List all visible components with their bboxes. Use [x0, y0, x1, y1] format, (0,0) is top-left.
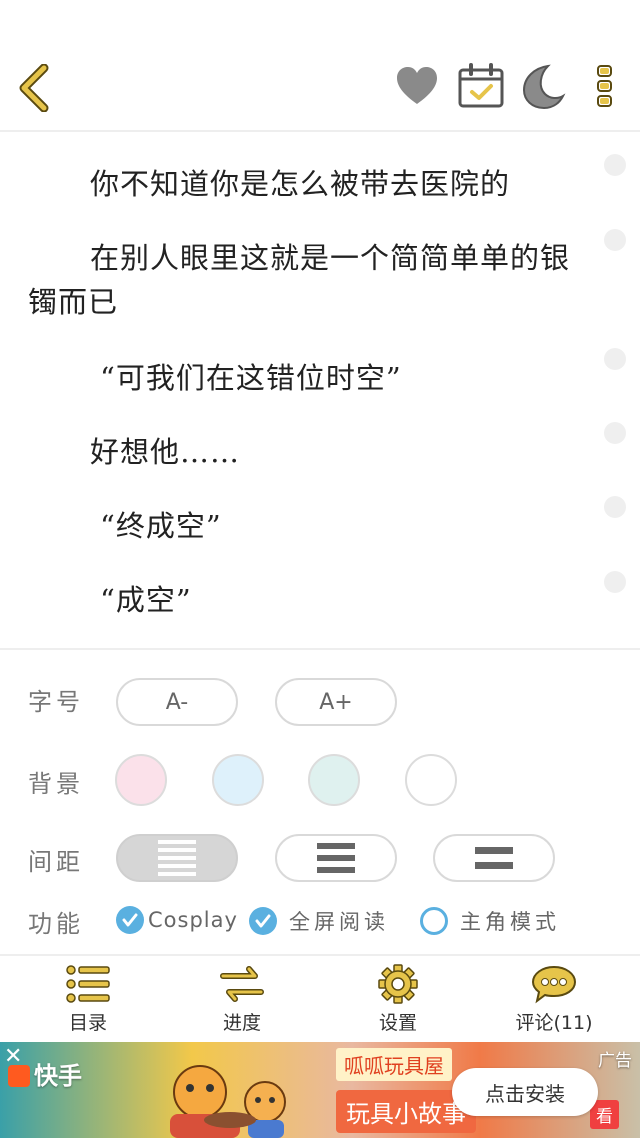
spacing-medium-icon: [317, 843, 355, 873]
ad-tag: 广告: [598, 1051, 632, 1071]
favorite-button[interactable]: [393, 62, 441, 110]
night-mode-button[interactable]: [518, 62, 566, 110]
spacing-label: 间距: [28, 848, 84, 876]
nav-catalog[interactable]: 目录: [28, 964, 148, 1040]
more-button[interactable]: [594, 62, 616, 110]
back-button[interactable]: [16, 63, 56, 113]
background-blue-swatch[interactable]: [212, 754, 264, 806]
ad-banner[interactable]: ✕ 快手 呱呱玩具屋 玩具小故事 广告 看 点击安装: [0, 1042, 640, 1138]
nav-progress[interactable]: 进度: [182, 964, 302, 1040]
paragraph-comment-dot[interactable]: [604, 229, 626, 251]
reader-app: 你不知道你是怎么被带去医院的 在别人眼里这就是一个简简单单的银镯而已 “可我们在…: [0, 0, 640, 1138]
background-pink-swatch[interactable]: [115, 754, 167, 806]
font-size-label: 字号: [28, 688, 84, 716]
ad-brand: 快手: [8, 1056, 82, 1091]
spacing-loose-button[interactable]: [433, 834, 555, 882]
font-decrease-button[interactable]: A-: [116, 678, 238, 726]
list-icon: [66, 965, 110, 1003]
background-label: 背景: [28, 770, 84, 798]
paragraph: 好想他……: [90, 435, 241, 469]
paragraph: 你不知道你是怎么被带去医院的: [90, 167, 511, 201]
spacing-compact-button[interactable]: [116, 834, 238, 882]
checkbox-unchecked-icon: [420, 907, 448, 935]
gear-icon: [378, 964, 418, 1004]
checkin-button[interactable]: [457, 62, 505, 110]
nav-comments[interactable]: 评论(11): [494, 964, 614, 1040]
brand-logo-icon: [8, 1065, 30, 1087]
moon-icon: [522, 64, 566, 110]
cartoon-tiger-image: [170, 1065, 286, 1138]
nav-progress-label: 进度: [222, 1012, 261, 1034]
reading-content: 你不知道你是怎么被带去医院的 在别人眼里这就是一个简简单单的银镯而已 “可我们在…: [0, 134, 640, 648]
nav-settings[interactable]: 设置: [338, 964, 458, 1040]
spacing-loose-icon: [475, 847, 513, 869]
calendar-check-icon: [458, 63, 504, 108]
chevron-left-icon: [19, 63, 49, 113]
ad-install-button[interactable]: 点击安装: [452, 1068, 598, 1116]
nav-settings-label: 设置: [378, 1012, 417, 1034]
nav-catalog-label: 目录: [68, 1012, 107, 1034]
paragraph: “可我们在这错位时空”: [100, 361, 402, 395]
top-bar: [0, 0, 640, 132]
bottom-nav: 目录 进度 设置 评论(11): [0, 954, 640, 1042]
swap-arrows-icon: [220, 966, 264, 1002]
heart-icon: [397, 67, 437, 104]
more-vertical-icon: [597, 65, 612, 107]
paragraph: 在别人眼里这就是一个简简单单的银镯而已: [28, 241, 571, 319]
paragraph: “成空”: [100, 583, 192, 617]
protagonist-mode-checkbox[interactable]: 主角模式: [420, 906, 560, 936]
paragraph-comment-dot[interactable]: [604, 422, 626, 444]
reading-settings-panel: 字号 A- A+ 背景 间距 功能 Cosplay 全屏阅读 主角模式: [0, 648, 640, 954]
paragraph-comment-dot[interactable]: [604, 348, 626, 370]
ad-store-name: 呱呱玩具屋: [336, 1048, 452, 1081]
nav-comments-label: 评论(11): [515, 1012, 593, 1034]
checkbox-checked-icon: [116, 906, 144, 934]
features-label: 功能: [28, 910, 84, 938]
paragraph-comment-dot[interactable]: [604, 571, 626, 593]
spacing-compact-icon: [158, 840, 196, 876]
paragraph-comment-dot[interactable]: [604, 154, 626, 176]
spacing-medium-button[interactable]: [275, 834, 397, 882]
font-increase-button[interactable]: A+: [275, 678, 397, 726]
background-white-swatch[interactable]: [405, 754, 457, 806]
background-mint-swatch[interactable]: [308, 754, 360, 806]
paragraph-comment-dot[interactable]: [604, 496, 626, 518]
fullscreen-reading-checkbox[interactable]: 全屏阅读: [249, 906, 389, 936]
comment-bubble-icon: [531, 965, 577, 1004]
paragraph: “终成空”: [100, 509, 222, 543]
cosplay-checkbox[interactable]: Cosplay: [116, 906, 238, 934]
checkbox-checked-icon: [249, 907, 277, 935]
